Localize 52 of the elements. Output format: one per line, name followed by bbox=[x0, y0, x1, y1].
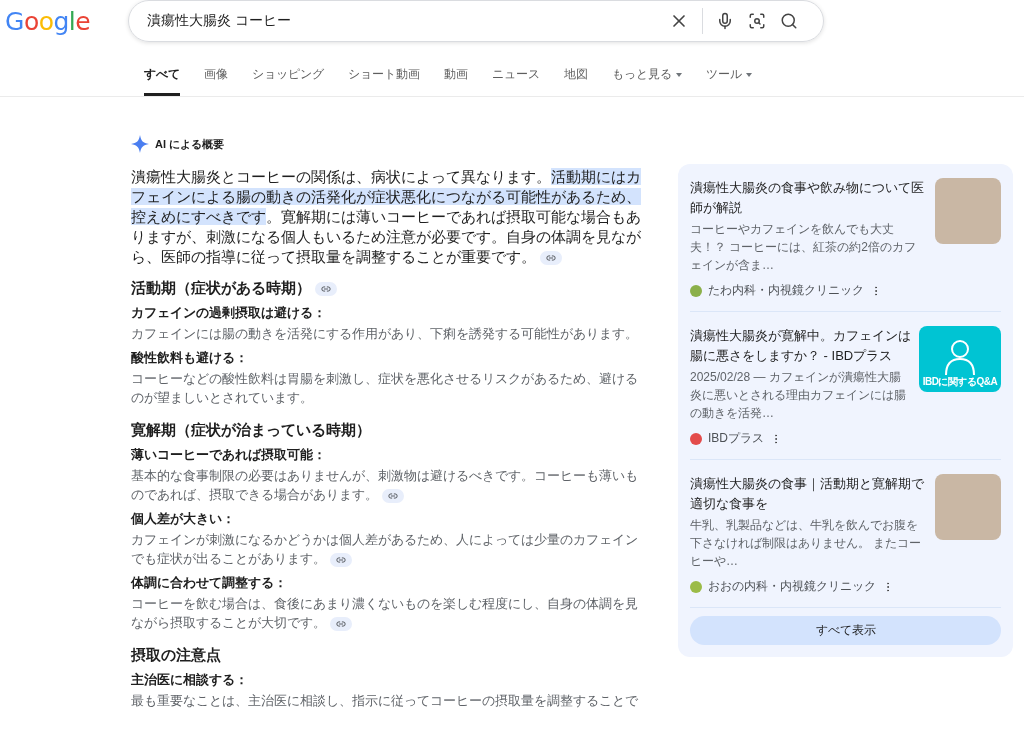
source-title-link[interactable]: 潰瘍性大腸炎が寛解中。カフェインは腸に悪さをしますか？ - IBDプラス bbox=[690, 326, 911, 366]
link-icon bbox=[336, 554, 346, 565]
tab[interactable]: 地図 bbox=[554, 60, 598, 96]
citation-link-button[interactable] bbox=[540, 251, 562, 266]
tab[interactable]: すべて bbox=[144, 60, 180, 96]
site-name: IBDプラス bbox=[708, 430, 764, 447]
show-all-button[interactable]: すべて表示 bbox=[690, 616, 1001, 645]
source-snippet: 牛乳、乳製品などは、牛乳を飲んでお腹を下さなければ制限はありません。 またコーヒーや… bbox=[690, 517, 923, 570]
person-icon bbox=[944, 339, 976, 375]
item-title: 薄いコーヒーであれば摂取可能： bbox=[131, 446, 327, 464]
citation-link-button[interactable] bbox=[330, 552, 352, 567]
citation-link-button[interactable] bbox=[382, 488, 404, 503]
tab[interactable]: 画像 bbox=[194, 60, 238, 96]
site-name: おおの内科・内視鏡クリニック bbox=[708, 578, 876, 595]
source-title-link[interactable]: 潰瘍性大腸炎の食事や飲み物について医師が解説 bbox=[690, 178, 927, 218]
summary-paragraph: 潰瘍性大腸炎とコーヒーの関係は、病状によって異なります。活動期にはカフェインによる腸の動きの活発化が症状悪化につながる可能性があるため、控えめにすべきです。寛解期には薄いコーヒーであれば摂取可能な場合もありますが、刺激になる個人もいるため注意が必要です。自身の体調を見ながら、医師の指導に従って摂取量を調整することが重要です。 bbox=[131, 167, 641, 267]
site-name: たわ内科・内視鏡クリニック bbox=[708, 282, 864, 299]
item-title: 主治医に相談する： bbox=[131, 671, 249, 689]
logo[interactable]: Google bbox=[5, 6, 91, 36]
ai-overview-label: AI による概要 bbox=[155, 136, 225, 152]
tab[interactable]: ショート動画 bbox=[338, 60, 430, 96]
source-snippet: 2025/02/28 — カフェインが潰瘍性大腸炎に悪いとされる理由カフェインには腸の動きを活発… bbox=[690, 369, 907, 422]
item-text: 基本的な食事制限の必要はありませんが、刺激物は避けるべきです。コーヒーも薄いものであれば、摂取できる場合があります。 bbox=[131, 467, 639, 504]
link-icon bbox=[336, 618, 346, 629]
tab[interactable]: ツール bbox=[696, 60, 762, 96]
item-title: 酸性飲料も避ける： bbox=[131, 349, 249, 367]
link-icon bbox=[321, 284, 331, 295]
item-text: カフェインが刺激になるかどうかは個人差があるため、人によっては少量のカフェインでも症状が出ることがあります。 bbox=[131, 531, 639, 568]
item-title: 個人差が大きい： bbox=[131, 510, 236, 528]
photo-placeholder bbox=[935, 178, 1001, 244]
item-text: コーヒーを飲む場合は、食後にあまり濃くないものを楽しむ程度にし、自身の体調を見ながら摂取することが大切です。 bbox=[131, 595, 639, 632]
section-heading: 活動期（症状がある時期） bbox=[131, 279, 311, 296]
tab[interactable]: 動画 bbox=[434, 60, 478, 96]
tab[interactable]: ショッピング bbox=[242, 60, 334, 96]
tab[interactable]: ニュース bbox=[482, 60, 550, 96]
tab[interactable]: もっと見る bbox=[602, 60, 692, 96]
section-heading: 寛解期（症状が治まっている時期） bbox=[131, 421, 371, 438]
citation-link-button[interactable] bbox=[330, 616, 352, 631]
link-icon bbox=[388, 490, 398, 501]
item-title: 体調に合わせて調整する： bbox=[131, 574, 288, 592]
item-title: カフェインの過剰摂取は避ける： bbox=[131, 304, 327, 322]
source-title-link[interactable]: 潰瘍性大腸炎の食事｜活動期と寛解期で適切な食事を bbox=[690, 474, 927, 514]
item-text: カフェインには腸の動きを活発にする作用があり、下痢を誘発する可能性があります。 bbox=[131, 325, 639, 343]
sparkle-icon bbox=[131, 135, 149, 153]
source-snippet: コーヒーやカフェインを飲んでも大丈夫！？ コーヒーには、紅茶の約2倍のカフェインが含ま… bbox=[690, 221, 917, 274]
photo-placeholder bbox=[935, 474, 1001, 540]
section-heading: 摂取の注意点 bbox=[131, 646, 221, 663]
item-text: コーヒーなどの酸性飲料は胃腸を刺激し、症状を悪化させるリスクがあるため、避けるのが望ましいとされています。 bbox=[131, 370, 639, 407]
citation-link-button[interactable] bbox=[315, 282, 337, 297]
thumbnail-caption: IBDに関するQ&A bbox=[922, 375, 998, 389]
link-icon bbox=[546, 253, 556, 264]
item-text: 最も重要なことは、主治医に相談し、指示に従ってコーヒーの摂取量を調整することで bbox=[131, 692, 639, 710]
